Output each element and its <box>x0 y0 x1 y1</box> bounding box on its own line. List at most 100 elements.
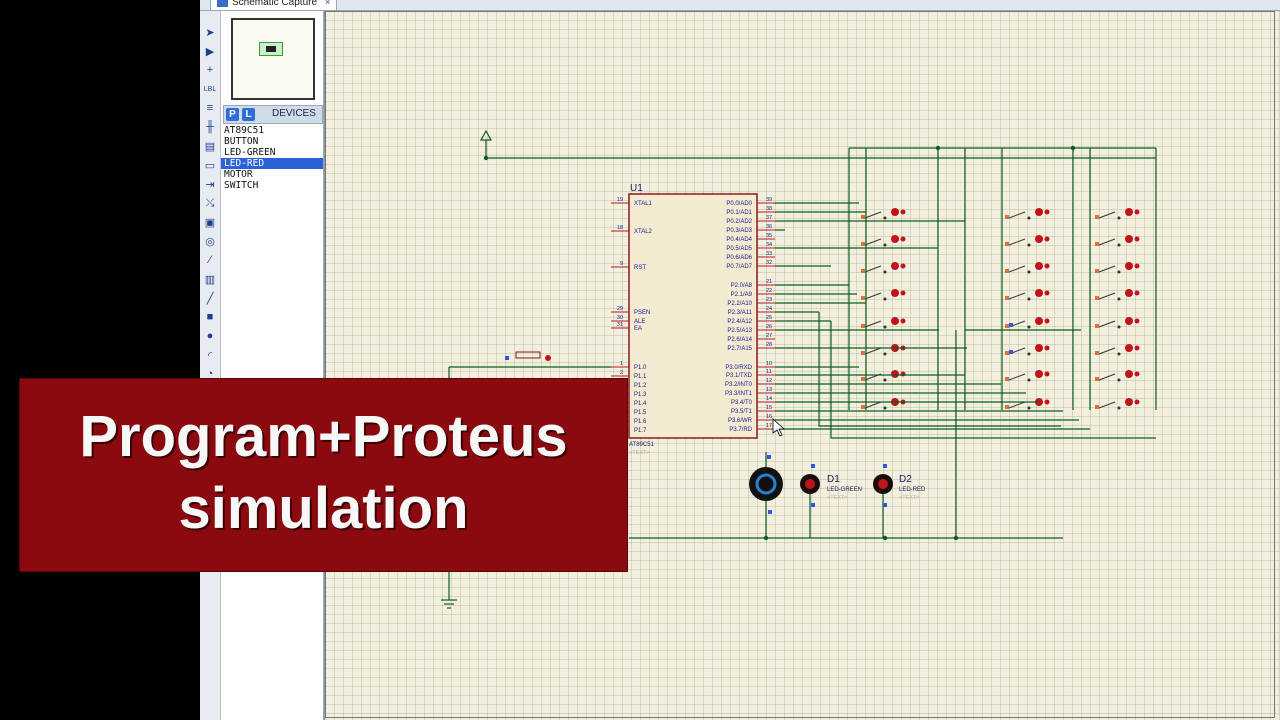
mcu-ref-label: U1 <box>630 183 643 194</box>
switch-lever <box>1098 211 1116 219</box>
switch-pin <box>1005 324 1009 328</box>
banner-title-line-1: Program+Proteus <box>79 404 568 469</box>
device-item[interactable]: BUTTON <box>221 136 323 147</box>
device-item[interactable]: LED-RED <box>221 158 323 169</box>
pin-name: P1.2 <box>634 383 647 389</box>
pick-devices-button[interactable]: P <box>226 108 239 121</box>
select-arrow-icon[interactable]: ➤ <box>203 25 217 39</box>
pin-number: 26 <box>766 324 772 330</box>
device-pin-icon[interactable]: ⇥ <box>203 177 217 191</box>
device-item[interactable]: AT89C51 <box>221 125 323 136</box>
pin-name: P1.5 <box>634 410 647 416</box>
led-red <box>891 208 899 216</box>
overview-window[interactable] <box>231 18 315 100</box>
pin-number: 39 <box>766 197 772 203</box>
pin-name: P0.6/AD6 <box>726 255 752 261</box>
switch-lever <box>1098 292 1116 300</box>
switch-contact <box>1117 352 1121 356</box>
led-red <box>1035 317 1043 325</box>
pin-marker <box>1009 350 1013 354</box>
device-item[interactable]: LED-GREEN <box>221 147 323 158</box>
component-icon[interactable]: ▶ <box>203 44 217 58</box>
junction-icon[interactable]: + <box>203 63 217 77</box>
pin-name: P2.3/A11 <box>728 310 753 316</box>
pin-name: P3.3/INT1 <box>725 391 753 397</box>
switch-contact <box>1027 352 1031 356</box>
led-red <box>891 262 899 270</box>
pin-number: 10 <box>766 361 772 367</box>
pin-number: 31 <box>617 322 623 328</box>
pin-name: PSEN <box>634 310 650 316</box>
box-icon[interactable]: ■ <box>203 310 217 324</box>
switch-lever <box>864 292 882 300</box>
tab-schematic-capture[interactable]: Schematic Capture × <box>210 0 338 11</box>
switch-lever <box>1098 373 1116 381</box>
switch-contact <box>1027 243 1031 247</box>
led-red-small <box>900 290 906 296</box>
pin-marker <box>811 464 815 468</box>
pin-name: P2.5/A13 <box>727 328 752 334</box>
schematic-canvas[interactable]: U1 AT89C51 <TEXT> 19 XTAL1 18 XTAL2 9 RST 29 PSEN 3… <box>324 11 1280 720</box>
device-item[interactable]: MOTOR <box>221 169 323 180</box>
pin-number: 2 <box>620 370 623 376</box>
switch-lever <box>1008 211 1026 219</box>
subcircuit-icon[interactable]: ▤ <box>203 139 217 153</box>
switch-lever <box>1098 320 1116 328</box>
overview-viewport <box>259 42 283 56</box>
voltage-probe-icon[interactable]: ⁄ <box>203 253 217 267</box>
switch-pin <box>1005 377 1009 381</box>
terminal-icon[interactable]: ▭ <box>203 158 217 172</box>
virtual-instrument-icon[interactable]: ▥ <box>203 272 217 286</box>
line-icon[interactable]: ╱ <box>203 291 217 305</box>
pin-number: 37 <box>766 215 772 221</box>
pin-name: P2.4/A12 <box>727 319 752 325</box>
switch-pin <box>1095 296 1099 300</box>
pin-number: 32 <box>766 260 772 266</box>
led-red-small <box>1044 209 1050 215</box>
motor-body <box>749 467 783 501</box>
switch-pin <box>1005 215 1009 219</box>
text-script-icon[interactable]: ≡ <box>203 101 217 115</box>
led-red <box>891 370 899 378</box>
switch-contact <box>1027 406 1031 410</box>
switch-lever <box>1008 401 1026 409</box>
switch-pin <box>861 405 865 409</box>
switch-pin <box>1005 242 1009 246</box>
pin-number: 25 <box>766 315 772 321</box>
led-red-small <box>1134 209 1140 215</box>
circle-icon[interactable]: ● <box>203 329 217 343</box>
d1-part: LED-GREEN <box>827 487 862 493</box>
pin-name: P1.4 <box>634 401 647 407</box>
switch-contact <box>1027 325 1031 329</box>
switch-lever <box>864 320 882 328</box>
tab-close-icon[interactable]: × <box>325 0 330 10</box>
pin-marker <box>767 455 771 459</box>
device-item[interactable]: SWITCH <box>221 180 323 191</box>
switch-pin <box>1095 242 1099 246</box>
generator-icon[interactable]: ◎ <box>203 234 217 248</box>
wire-label-icon[interactable]: LBL <box>203 82 217 96</box>
tab-bar: Schematic Capture × <box>200 0 1280 11</box>
bus-icon[interactable]: ╫ <box>203 120 217 134</box>
switch-lever <box>864 265 882 273</box>
pin-marker <box>811 503 815 507</box>
led-red-small <box>1044 263 1050 269</box>
pin-name: P2.1/A9 <box>731 292 753 298</box>
led-red-small <box>900 318 906 324</box>
switch-pin <box>1005 351 1009 355</box>
wire <box>818 312 1061 427</box>
switch-pin <box>1005 269 1009 273</box>
graph-icon[interactable]: ⤯ <box>203 196 217 210</box>
switch-contact <box>1027 378 1031 382</box>
title-banner: Program+Proteus simulation <box>19 378 628 572</box>
led-red-small <box>900 371 906 377</box>
led-red <box>1035 262 1043 270</box>
led-red <box>1035 208 1043 216</box>
tape-recorder-icon[interactable]: ▣ <box>203 215 217 229</box>
switch-pin <box>1095 351 1099 355</box>
switch-lever <box>1098 347 1116 355</box>
led-red <box>1125 262 1133 270</box>
arc-icon[interactable]: ◜ <box>203 348 217 362</box>
pin-number: 24 <box>766 306 772 312</box>
library-manager-button[interactable]: L <box>242 108 255 121</box>
